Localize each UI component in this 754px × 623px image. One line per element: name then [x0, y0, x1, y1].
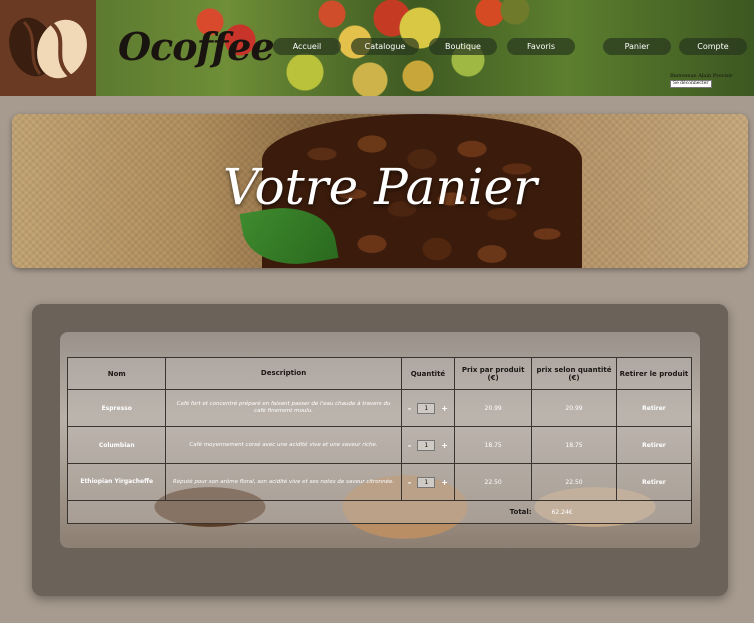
header-description: Description	[165, 357, 402, 390]
quantity-input[interactable]: 1	[417, 402, 436, 414]
welcome-text: Bienvenue Alain Provisir	[670, 73, 733, 79]
remove-button[interactable]: Retirer	[642, 442, 666, 449]
line-total: 18.75	[531, 426, 617, 464]
unit-price: 18.75	[454, 426, 533, 464]
unit-price: 22.50	[454, 463, 533, 501]
page-title: Votre Panier	[223, 158, 537, 216]
user-welcome: Bienvenue Alain Provisir Se déconnecter	[670, 73, 733, 88]
total-value: 62.24€	[551, 508, 573, 516]
header-name: Nom	[66, 357, 167, 390]
brand-name: Ocoffee	[118, 24, 275, 69]
product-name: Ethiopian Yirgacheffe	[66, 463, 167, 501]
header-quantity: Quantité	[400, 357, 456, 390]
quantity-input[interactable]: 1	[417, 439, 436, 451]
decrease-quantity-button[interactable]: -	[408, 441, 411, 450]
decrease-quantity-button[interactable]: -	[408, 478, 411, 487]
header-remove: Retirer le produit	[615, 357, 693, 390]
cart-table: Nom Description Quantité Prix par produi…	[66, 357, 693, 524]
main-nav: Accueil Catalogue Boutique Favoris Panie…	[273, 38, 749, 56]
unit-price: 20.99	[454, 389, 533, 427]
coffee-bean-logo-icon	[9, 17, 87, 79]
cart-banner: Votre Panier	[12, 114, 748, 268]
table-row: Ethiopian Yirgacheffe Réputé pour son ar…	[66, 463, 693, 501]
quantity-stepper: - 1 +	[400, 463, 456, 501]
logo[interactable]	[0, 0, 96, 96]
product-description: Café fort et concentré préparé en faisan…	[165, 389, 402, 427]
product-description: Café moyennement corsé avec une acidité …	[165, 426, 402, 464]
nav-favoris[interactable]: Favoris	[507, 38, 575, 55]
increase-quantity-button[interactable]: +	[441, 478, 448, 487]
quantity-stepper: - 1 +	[400, 389, 456, 427]
table-row: Columbian Café moyennement corsé avec un…	[66, 426, 693, 464]
decrease-quantity-button[interactable]: -	[408, 404, 411, 413]
total-value-cell: 62.24€	[531, 500, 692, 524]
nav-panier[interactable]: Panier	[603, 38, 671, 55]
line-total: 20.99	[531, 389, 617, 427]
table-row: Espresso Café fort et concentré préparé …	[66, 389, 693, 427]
cart-header-row: Nom Description Quantité Prix par produi…	[66, 357, 693, 390]
quantity-stepper: - 1 +	[400, 426, 456, 464]
site-header: Ocoffee Accueil Catalogue Boutique Favor…	[0, 0, 754, 96]
nav-accueil[interactable]: Accueil	[273, 38, 341, 55]
remove-button[interactable]: Retirer	[642, 405, 666, 412]
product-name: Espresso	[66, 389, 167, 427]
increase-quantity-button[interactable]: +	[441, 441, 448, 450]
total-label: Total:	[509, 508, 532, 516]
product-description: Réputé pour son arôme floral, son acidit…	[165, 463, 402, 501]
quantity-input[interactable]: 1	[417, 476, 436, 488]
product-name: Columbian	[66, 426, 167, 464]
line-total: 22.50	[531, 463, 617, 501]
cart-total-row: Total: 62.24€	[66, 500, 692, 524]
total-label-cell: Total:	[66, 500, 532, 524]
header-unit-price: Prix par produit (€)	[454, 357, 533, 390]
nav-boutique[interactable]: Boutique	[429, 38, 497, 55]
increase-quantity-button[interactable]: +	[441, 404, 448, 413]
logout-button[interactable]: Se déconnecter	[670, 80, 712, 88]
header-line-total: prix selon quantité (€)	[531, 357, 617, 390]
nav-catalogue[interactable]: Catalogue	[351, 38, 419, 55]
nav-compte[interactable]: Compte	[679, 38, 747, 55]
remove-button[interactable]: Retirer	[642, 479, 666, 486]
